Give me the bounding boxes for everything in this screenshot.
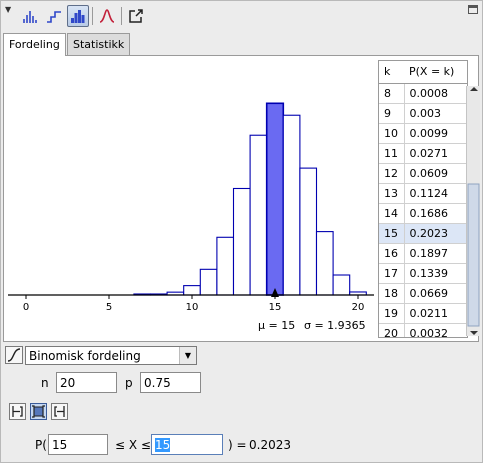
probability-table[interactable]: k P(X = k) 8 0.0008 9 0.003 10 0.0099 11 0.0271… [378, 60, 468, 338]
table-cell-k: 15 [379, 223, 405, 244]
x-tick-label-10: 10 [186, 302, 199, 313]
table-cell-k: 8 [379, 83, 405, 104]
bar-18 [315, 231, 334, 296]
bar-14 [249, 134, 268, 296]
toolbar-menu-arrow-icon[interactable]: ▼ [5, 5, 11, 14]
table-cell-p: 0.1686 [404, 203, 467, 224]
table-header-p: P(X = k) [404, 61, 467, 84]
bar-13 [232, 187, 251, 296]
export-icon[interactable] [125, 5, 147, 27]
table-cell-k: 10 [379, 123, 405, 144]
table-row[interactable]: 18 0.0669 [379, 283, 467, 304]
tab-statistikk[interactable]: Statistikk [67, 33, 131, 55]
table-row[interactable]: 14 0.1686 [379, 203, 467, 224]
probability-result: 0.2023 [249, 438, 291, 452]
p-input[interactable]: 0.75 [140, 372, 201, 393]
toolbar-separator [92, 7, 93, 25]
table-cell-k: 19 [379, 303, 405, 324]
table-row[interactable]: 12 0.0609 [379, 163, 467, 184]
chart-svg: 0 5 10 15 20 [8, 102, 374, 313]
left-sided-button[interactable] [9, 403, 26, 420]
table-cell-k: 9 [379, 103, 405, 124]
cumulative-toggle-button[interactable] [5, 346, 23, 364]
table-cell-p: 0.0099 [404, 123, 467, 144]
table-cell-k: 11 [379, 143, 405, 164]
table-cell-p: 0.0271 [404, 143, 467, 164]
distribution-select[interactable]: Binomisk fordeling ▼ [25, 346, 197, 365]
table-row[interactable]: 8 0.0008 [379, 83, 467, 104]
upper-bound-selection: 15 [155, 438, 171, 452]
table-cell-p: 0.0008 [404, 83, 467, 104]
table-row[interactable]: 13 0.1124 [379, 183, 467, 204]
interval-button[interactable] [30, 403, 47, 420]
sigma-label: σ = 1.9365 [304, 319, 366, 332]
table-row[interactable]: 20 0.0032 [379, 323, 467, 337]
table-row[interactable]: 9 0.003 [379, 103, 467, 124]
table-cell-p: 0.003 [404, 103, 467, 124]
table-cell-p: 0.0211 [404, 303, 467, 324]
table-cell-k: 14 [379, 203, 405, 224]
table-row[interactable]: 19 0.0211 [379, 303, 467, 324]
dock-window-icon[interactable] [468, 5, 478, 14]
table-cell-p: 0.0669 [404, 283, 467, 304]
toolbar-separator [121, 7, 122, 25]
distribution-select-value: Binomisk fordeling [29, 349, 141, 363]
probability-operator: ≤ X ≤ [115, 438, 151, 452]
histogram-icon[interactable] [67, 5, 89, 27]
table-header-k: k [379, 61, 404, 84]
table-cell-k: 18 [379, 283, 405, 304]
table-cell-p: 0.0032 [404, 323, 467, 337]
bar-15 [265, 102, 285, 296]
chevron-down-icon[interactable]: ▼ [179, 347, 196, 364]
bar-12 [216, 236, 235, 296]
p-label: p [125, 376, 133, 390]
table-scrollbar[interactable] [466, 86, 480, 336]
bar-16 [282, 114, 301, 296]
x-tick-label-20: 20 [352, 302, 365, 313]
distribution-chart[interactable]: 0 5 10 15 20 μ = 15 σ = 1.9365 [6, 56, 376, 341]
table-row[interactable]: 17 0.1339 [379, 263, 467, 284]
bar-chart-icon[interactable] [19, 5, 41, 27]
bar-10 [183, 285, 201, 296]
cumulative-curve-icon [7, 348, 21, 362]
distribution-panel: 0 5 10 15 20 μ = 15 σ = 1.9365 k P(X = k) 80… [3, 55, 479, 342]
lower-bound-input[interactable]: 15 [48, 434, 108, 455]
n-input[interactable]: 20 [56, 372, 117, 393]
table-cell-p: 0.1124 [404, 183, 467, 204]
table-cell-k: 20 [379, 323, 405, 337]
toolbar: ▼ [1, 1, 482, 31]
table-cell-k: 13 [379, 183, 405, 204]
table-cell-p: 0.1897 [404, 243, 467, 264]
mean-label: μ = 15 [258, 319, 296, 332]
tab-fordeling[interactable]: Fordeling [3, 33, 66, 56]
probability-calculator-window: ▼ Fordeling Statistikk 0 5 10 15 20 μ = 15 σ… [0, 0, 483, 463]
table-row[interactable]: 16 0.1897 [379, 243, 467, 264]
table-cell-p: 0.0609 [404, 163, 467, 184]
x-tick-label-15: 15 [269, 302, 282, 313]
n-label: n [41, 376, 49, 390]
table-cell-k: 12 [379, 163, 405, 184]
table-cell-p: 0.1339 [404, 263, 467, 284]
step-graph-icon[interactable] [43, 5, 65, 27]
right-sided-button[interactable] [51, 403, 68, 420]
bar-17 [299, 167, 318, 296]
table-row[interactable]: 10 0.0099 [379, 123, 467, 144]
normal-curve-icon[interactable] [96, 5, 118, 27]
probability-prefix: P( [35, 438, 47, 452]
table-row[interactable]: 15 0.2023 [379, 223, 467, 244]
upper-bound-input[interactable]: 15 [151, 434, 223, 455]
x-tick-label-5: 5 [106, 302, 112, 313]
table-cell-k: 17 [379, 263, 405, 284]
table-cell-p: 0.2023 [404, 223, 467, 244]
table-row[interactable]: 11 0.0271 [379, 143, 467, 164]
bar-11 [199, 268, 218, 296]
bar-19 [332, 274, 351, 296]
x-tick-label-0: 0 [23, 302, 29, 313]
table-cell-k: 16 [379, 243, 405, 264]
probability-equals: ) = [228, 438, 247, 452]
